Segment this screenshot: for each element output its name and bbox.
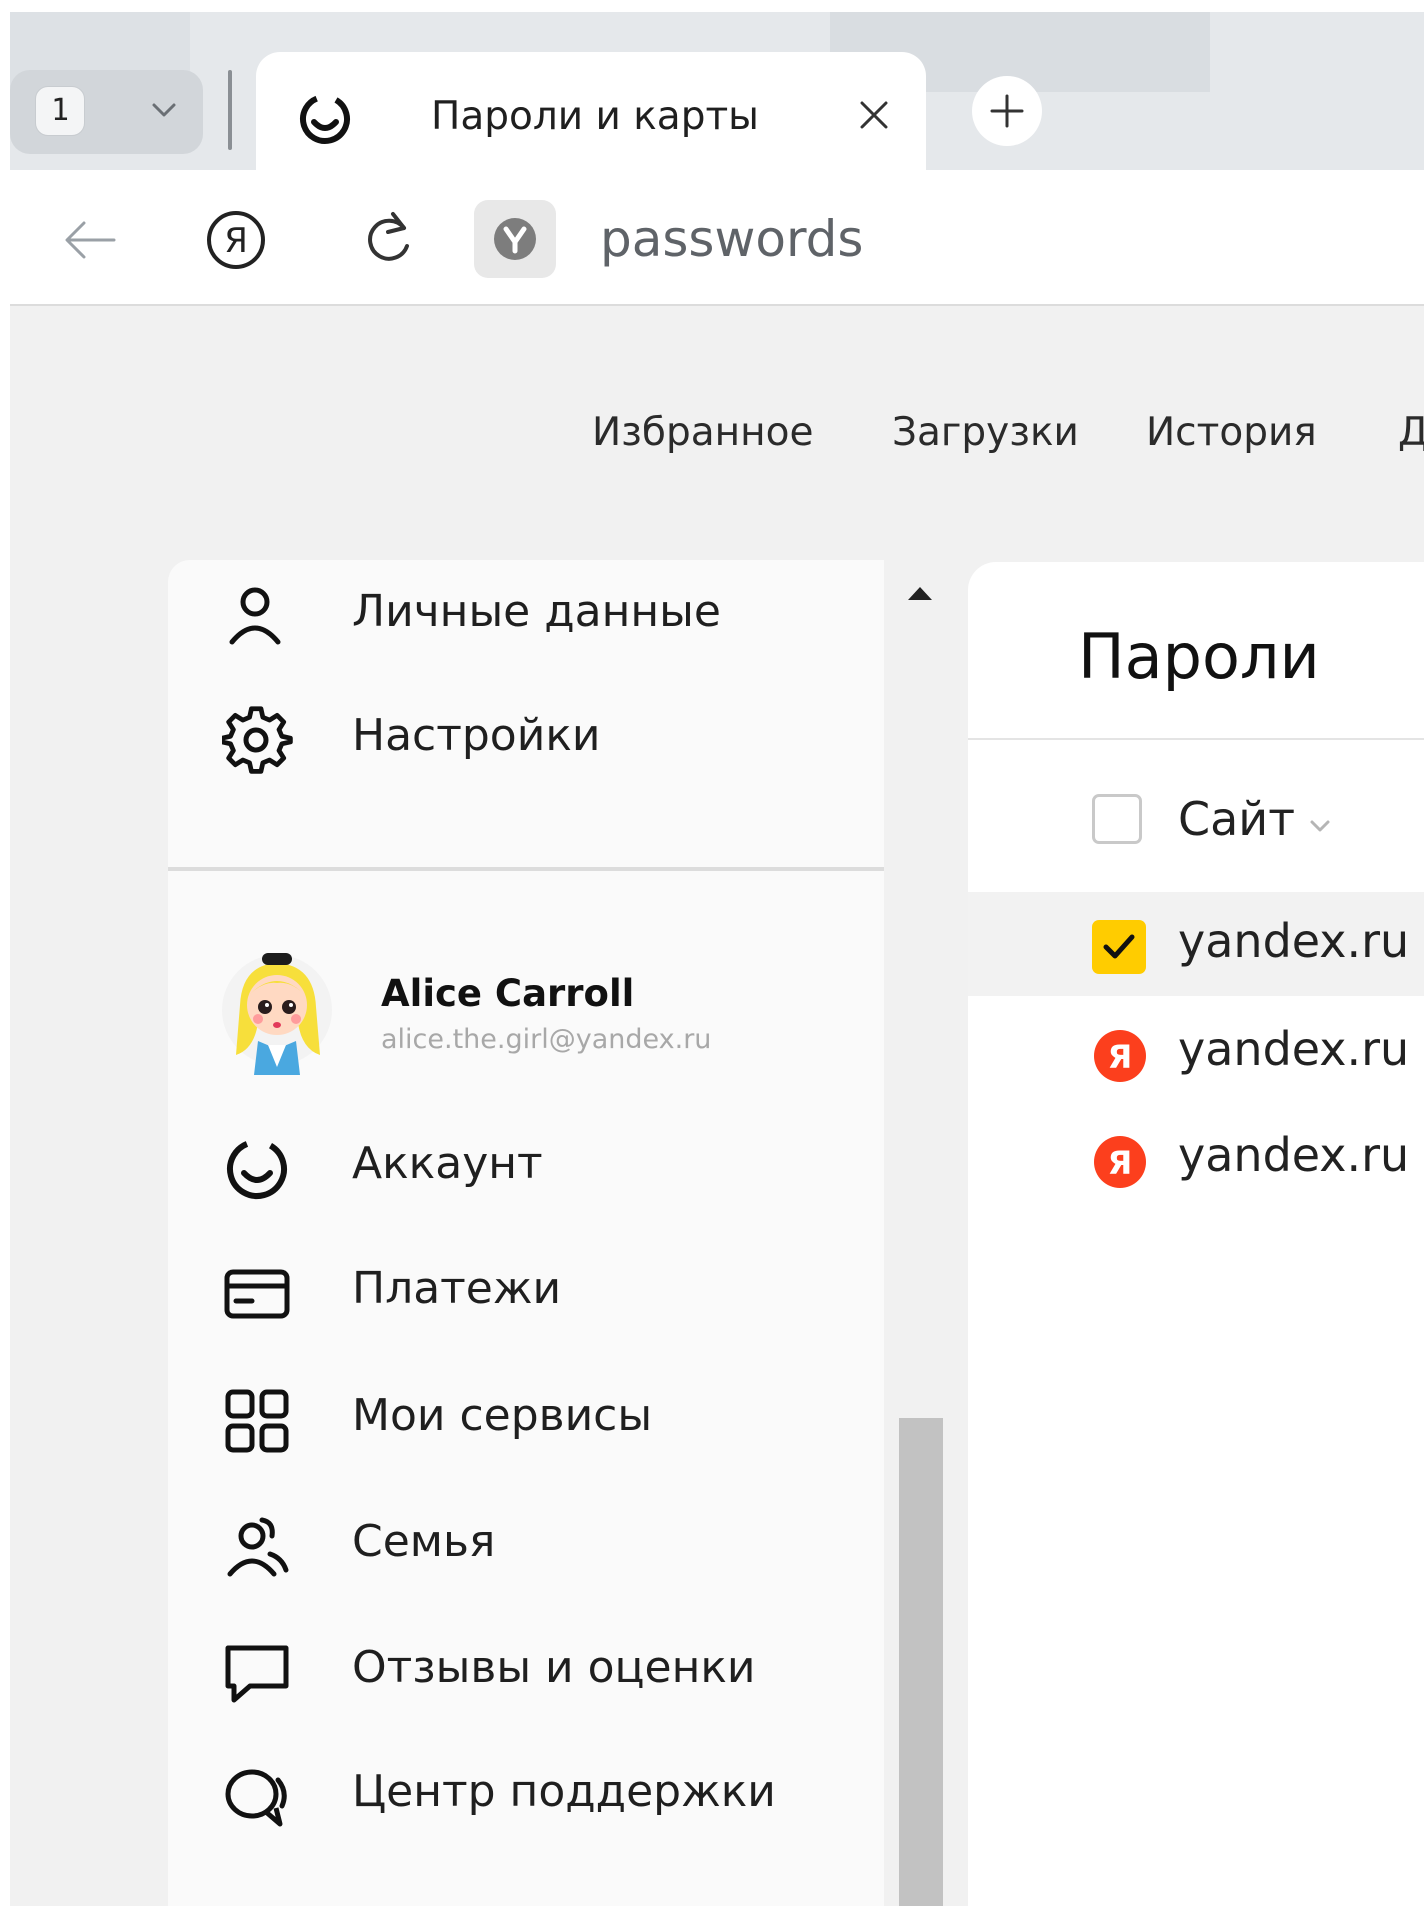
- row-site: yandex.ru: [1178, 1128, 1410, 1182]
- row-checkbox-checked[interactable]: [1092, 920, 1146, 974]
- sidebar-item-account[interactable]: Аккаунт: [168, 1112, 884, 1212]
- yandex-home-icon[interactable]: Я: [204, 208, 268, 272]
- header-divider: [968, 738, 1424, 740]
- family-icon: [227, 1517, 289, 1577]
- svg-text:Я: Я: [1108, 1038, 1133, 1076]
- gear-icon: [222, 706, 293, 774]
- plus-icon: [990, 94, 1024, 128]
- tab-title: Пароли и карты: [431, 94, 759, 139]
- sidebar-item-settings[interactable]: Настройки: [168, 684, 884, 784]
- table-row[interactable]: yandex.ru: [968, 892, 1424, 996]
- sidebar-scrollbar[interactable]: [886, 560, 944, 1906]
- sidebar-item-label: Мои сервисы: [352, 1390, 653, 1441]
- table-row[interactable]: Я yandex.ru: [968, 1000, 1424, 1104]
- select-all-checkbox[interactable]: [1092, 794, 1142, 844]
- tab-count: 1: [35, 86, 85, 136]
- column-header-site[interactable]: Сайт: [1178, 792, 1295, 846]
- site-info-button[interactable]: [474, 200, 556, 278]
- tab-counter-button[interactable]: 1: [10, 70, 203, 154]
- sidebar-item-reviews[interactable]: Отзывы и оценки: [168, 1616, 884, 1716]
- new-tab-button[interactable]: [972, 76, 1042, 146]
- chat-icon: [225, 1645, 289, 1703]
- scroll-up-arrow-icon[interactable]: [906, 584, 934, 602]
- sidebar-item-my-services[interactable]: Мои сервисы: [168, 1364, 884, 1464]
- sidebar-item-label: Центр поддержки: [352, 1766, 776, 1817]
- back-arrow-icon[interactable]: [60, 215, 120, 265]
- sidebar-item-family[interactable]: Семья: [168, 1490, 884, 1590]
- reload-icon[interactable]: [360, 206, 416, 270]
- close-icon[interactable]: [854, 95, 894, 135]
- yandex-logo-icon: Я: [1094, 1030, 1146, 1082]
- profile-email: alice.the.girl@yandex.ru: [381, 1024, 712, 1055]
- tab-active[interactable]: Пароли и карты: [256, 52, 926, 182]
- chevron-down-icon[interactable]: [1308, 818, 1332, 834]
- yandex-id-icon: [227, 1139, 287, 1199]
- support-icon: [225, 1769, 287, 1827]
- nav-downloads[interactable]: Загрузки: [892, 410, 1079, 455]
- yandex-logo-icon: Я: [1094, 1136, 1146, 1188]
- nav-favorites[interactable]: Избранное: [592, 410, 813, 455]
- sidebar-item-label: Отзывы и оценки: [352, 1642, 756, 1693]
- scrollbar-thumb[interactable]: [899, 1418, 943, 1906]
- address-input[interactable]: passwords: [600, 210, 863, 268]
- sidebar-item-payments[interactable]: Платежи: [168, 1237, 884, 1337]
- yandex-browser-icon: [494, 218, 536, 260]
- sidebar-item-label: Аккаунт: [352, 1138, 543, 1189]
- svg-text:Я: Я: [1108, 1144, 1133, 1182]
- nav-more[interactable]: Д: [1398, 410, 1424, 455]
- grid-icon: [225, 1389, 289, 1453]
- address-bar-row: Я passwords: [10, 170, 1424, 306]
- row-site: yandex.ru: [1178, 914, 1410, 968]
- tab-separator: [228, 70, 232, 150]
- sidebar-item-label: Платежи: [352, 1263, 562, 1314]
- chevron-down-icon: [152, 103, 176, 117]
- table-row[interactable]: Я yandex.ru: [968, 1106, 1424, 1210]
- sidebar-item-personal-data[interactable]: Личные данные: [168, 560, 884, 660]
- row-site: yandex.ru: [1178, 1022, 1410, 1076]
- sidebar-divider: [168, 867, 884, 871]
- sidebar-item-label: Семья: [352, 1516, 496, 1567]
- yandex-id-icon: [300, 94, 350, 144]
- sidebar-item-label: Настройки: [352, 710, 601, 761]
- person-icon: [229, 587, 281, 645]
- card-icon: [224, 1269, 290, 1319]
- page-title: Пароли: [1078, 620, 1320, 693]
- tab-strip: 1 Пароли и карты: [10, 12, 1424, 182]
- sidebar-item-support[interactable]: Центр поддержки: [168, 1740, 884, 1840]
- checkmark-icon: [1103, 934, 1135, 959]
- sidebar-item-label: Личные данные: [352, 586, 721, 637]
- passwords-panel: Пароли Сайт yandex.ru Я yandex.ru Я yand…: [968, 562, 1424, 1906]
- svg-text:Я: Я: [224, 221, 248, 261]
- profile-name: Alice Carroll: [381, 972, 635, 1015]
- sidebar: Личные данные Настройки Alice Carroll al…: [168, 560, 884, 1906]
- nav-history[interactable]: История: [1146, 410, 1317, 455]
- avatar[interactable]: [222, 945, 332, 1075]
- settings-page: Избранное Загрузки История Д Личные данн…: [10, 306, 1424, 1906]
